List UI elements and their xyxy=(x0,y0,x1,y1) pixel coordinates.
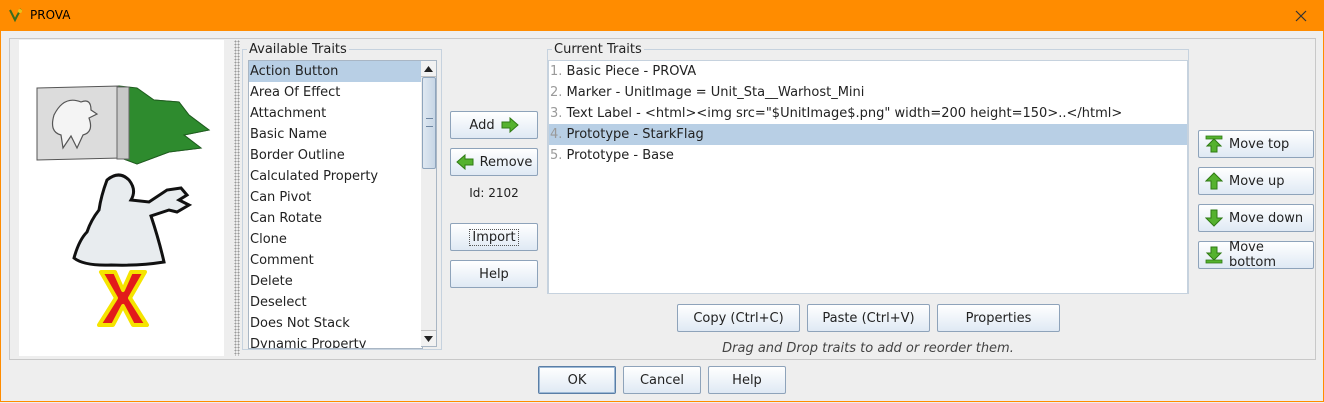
trait-text: Marker - UnitImage = Unit_Sta__Warhost_M… xyxy=(566,85,865,100)
move-up-label: Move up xyxy=(1229,173,1285,189)
vassal-icon xyxy=(9,8,22,23)
move-up-button[interactable]: Move up xyxy=(1198,167,1314,195)
splitter-handle[interactable] xyxy=(234,40,240,356)
available-trait-item[interactable]: Dynamic Property xyxy=(249,334,422,348)
current-trait-item[interactable]: 4. Prototype - StarkFlag xyxy=(549,124,1187,145)
paste-label: Paste (Ctrl+V) xyxy=(822,310,915,326)
available-trait-item[interactable]: Basic Name xyxy=(249,124,422,145)
move-bottom-button[interactable]: Move bottom xyxy=(1198,240,1314,270)
available-trait-item[interactable]: Does Not Stack xyxy=(249,313,422,334)
cancel-button[interactable]: Cancel xyxy=(623,366,701,394)
available-trait-item[interactable]: Deselect xyxy=(249,292,422,313)
move-top-button[interactable]: Move top xyxy=(1198,130,1314,158)
scroll-thumb[interactable] xyxy=(422,77,436,169)
available-trait-item[interactable]: Action Button xyxy=(249,61,422,82)
ok-button[interactable]: OK xyxy=(538,366,616,394)
current-traits-legend: Current Traits xyxy=(554,42,642,57)
close-icon xyxy=(1295,10,1307,21)
grip-icon xyxy=(426,118,433,127)
current-trait-item[interactable]: 2. Marker - UnitImage = Unit_Sta__Warhos… xyxy=(549,82,1187,103)
trait-number: 5. xyxy=(550,148,563,163)
remove-label: Remove xyxy=(479,154,533,170)
available-trait-item[interactable]: Can Pivot xyxy=(249,187,422,208)
arrow-top-icon xyxy=(1205,135,1223,153)
trait-number: 3. xyxy=(550,106,563,121)
piece-image xyxy=(36,85,211,327)
trait-number: 2. xyxy=(550,85,563,100)
available-trait-item[interactable]: Can Rotate xyxy=(249,208,422,229)
properties-button[interactable]: Properties xyxy=(937,304,1060,332)
available-trait-item[interactable]: Calculated Property xyxy=(249,166,422,187)
triangle-down-icon xyxy=(424,335,433,342)
move-bottom-label: Move bottom xyxy=(1229,240,1277,270)
footer-help-button[interactable]: Help xyxy=(708,366,786,394)
move-down-button[interactable]: Move down xyxy=(1198,204,1314,232)
current-trait-item[interactable]: 1. Basic Piece - PROVA xyxy=(549,61,1187,82)
arrow-bottom-icon xyxy=(1205,246,1223,264)
available-trait-item[interactable]: Border Outline xyxy=(249,145,422,166)
x-mark-image xyxy=(97,270,149,327)
ok-label: OK xyxy=(567,372,587,388)
help-button[interactable]: Help xyxy=(450,260,538,288)
window-title: PROVA xyxy=(30,8,71,22)
move-top-label: Move top xyxy=(1229,136,1290,152)
trait-text: Prototype - StarkFlag xyxy=(566,127,704,142)
cancel-label: Cancel xyxy=(639,372,685,388)
available-trait-item[interactable]: Clone xyxy=(249,229,422,250)
drag-drop-hint: Drag and Drop traits to add or reorder t… xyxy=(722,341,1014,356)
piece-preview xyxy=(19,40,224,356)
import-label: Import xyxy=(469,228,519,246)
available-traits-list[interactable]: Action Button Area Of Effect Attachment … xyxy=(248,60,423,349)
scroll-up-arrow[interactable] xyxy=(421,61,436,77)
add-button[interactable]: Add xyxy=(450,111,538,139)
stark-flag-image xyxy=(36,85,211,165)
arrow-up-icon xyxy=(1205,172,1223,190)
available-trait-item[interactable]: Attachment xyxy=(249,103,422,124)
copy-button[interactable]: Copy (Ctrl+C) xyxy=(677,304,800,332)
current-traits-list[interactable]: 1. Basic Piece - PROVA 2. Marker - UnitI… xyxy=(548,60,1188,294)
help-label: Help xyxy=(479,266,509,282)
close-button[interactable] xyxy=(1278,0,1324,31)
current-trait-item[interactable]: 5. Prototype - Base xyxy=(549,145,1187,166)
available-trait-item[interactable]: Comment xyxy=(249,250,422,271)
title-bar: PROVA xyxy=(0,0,1324,31)
available-traits-legend: Available Traits xyxy=(249,42,347,57)
copy-label: Copy (Ctrl+C) xyxy=(693,310,784,326)
move-down-label: Move down xyxy=(1229,210,1304,226)
add-label: Add xyxy=(469,117,495,133)
available-traits-scrollbar[interactable] xyxy=(421,60,437,347)
trait-number: 4. xyxy=(550,127,563,142)
arrow-right-icon xyxy=(501,117,519,133)
trait-id-label: Id: 2102 xyxy=(469,186,519,200)
available-trait-item[interactable]: Area Of Effect xyxy=(249,82,422,103)
arrow-left-icon xyxy=(455,154,474,170)
remove-button[interactable]: Remove xyxy=(450,148,538,176)
trait-text: Prototype - Base xyxy=(566,148,674,163)
available-trait-item[interactable]: Delete xyxy=(249,271,422,292)
trait-text: Basic Piece - PROVA xyxy=(566,64,697,79)
paste-button[interactable]: Paste (Ctrl+V) xyxy=(807,304,930,332)
trait-number: 1. xyxy=(550,64,563,79)
trait-text: Text Label - <html><img src="$UnitImage$… xyxy=(566,106,1123,121)
triangle-up-icon xyxy=(424,65,433,72)
figure-image xyxy=(72,173,193,267)
current-trait-item[interactable]: 3. Text Label - <html><img src="$UnitIma… xyxy=(549,103,1187,124)
properties-label: Properties xyxy=(965,310,1032,326)
footer-help-label: Help xyxy=(732,372,762,388)
import-button[interactable]: Import xyxy=(450,223,538,251)
scroll-down-arrow[interactable] xyxy=(421,330,436,346)
arrow-down-icon xyxy=(1205,209,1223,227)
